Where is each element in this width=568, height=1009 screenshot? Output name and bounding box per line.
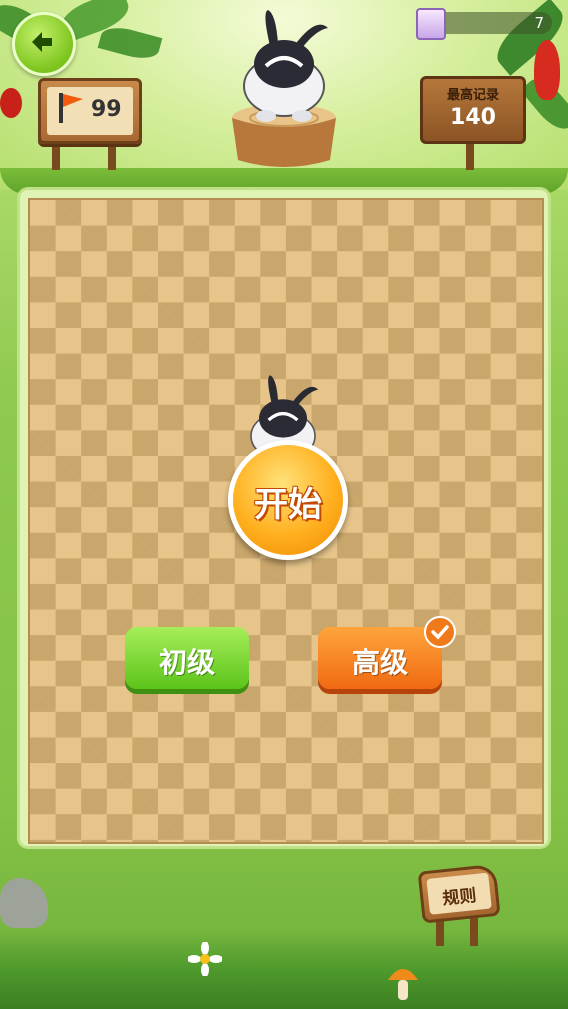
start-button[interactable]: 开始 <box>228 440 348 560</box>
hard-difficulty-button[interactable]: 高级 <box>318 627 442 689</box>
easy-difficulty-button[interactable]: 初级 <box>125 627 249 689</box>
record-value: 140 <box>450 105 496 130</box>
red-flower-decoration <box>0 88 22 118</box>
start-label: 开始 <box>254 485 322 525</box>
level-sign: 99 <box>38 78 142 144</box>
level-count: 99 <box>91 97 122 122</box>
daisy-icon <box>188 942 222 976</box>
hard-label: 高级 <box>351 646 408 679</box>
rules-button[interactable]: 规则 <box>417 858 501 927</box>
checkmark-icon <box>424 616 456 648</box>
bottom-grass <box>0 930 568 1009</box>
gem-icon <box>416 8 446 40</box>
coin-counter: 7 <box>416 8 552 40</box>
coin-value: 7 <box>534 14 544 32</box>
record-sign: 最高记录 140 <box>420 76 526 144</box>
easy-label: 初级 <box>158 646 215 679</box>
back-button[interactable] <box>12 12 76 76</box>
mushroom-icon <box>388 969 418 1000</box>
rock-decoration <box>0 878 48 928</box>
arrow-left-icon <box>32 32 52 52</box>
red-flower-decoration <box>534 40 560 100</box>
leaf-decoration <box>97 22 163 64</box>
record-label: 最高记录 <box>446 88 499 103</box>
skunk-mascot-icon <box>243 10 328 122</box>
flag-icon <box>59 93 83 123</box>
